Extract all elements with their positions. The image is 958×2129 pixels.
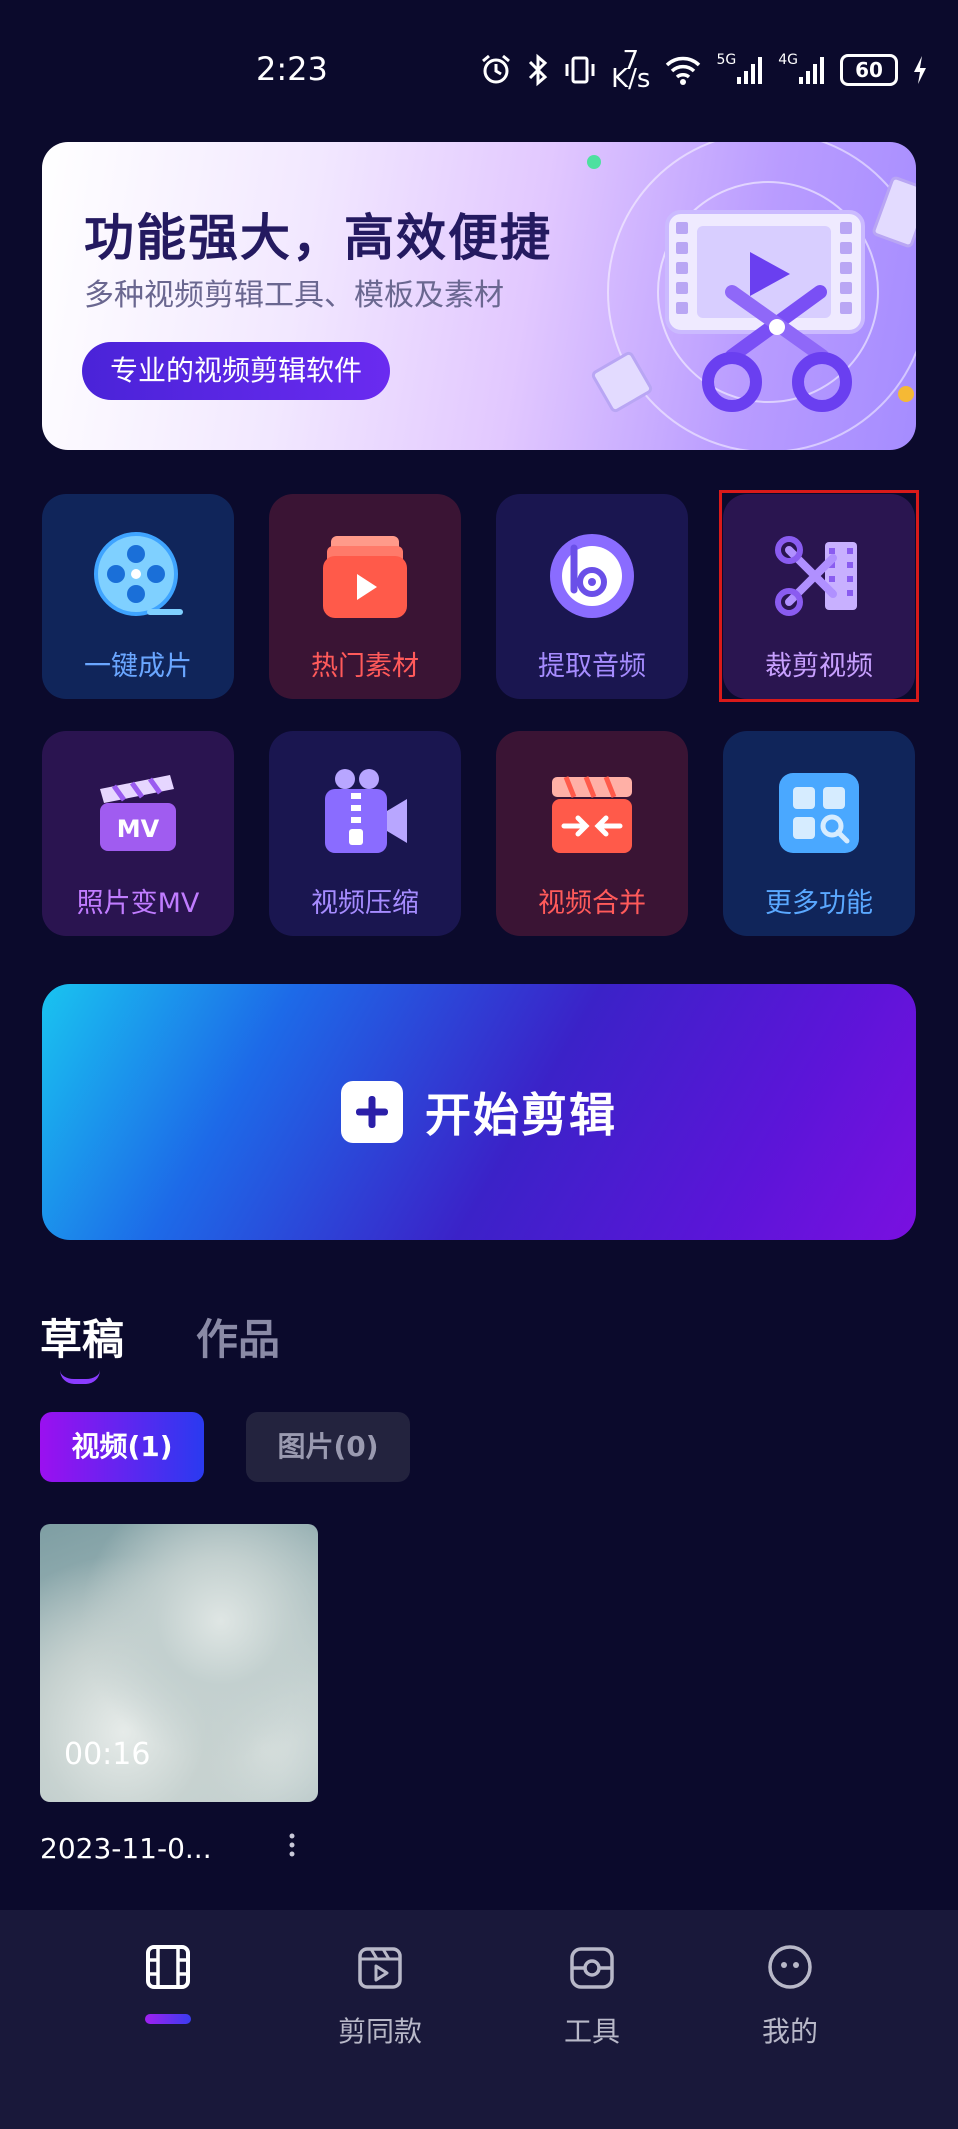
status-time: 2:23 — [256, 50, 328, 88]
bottom-nav: 剪同款 工具 我的 — [0, 1910, 958, 2129]
clapper-play-icon — [358, 1947, 402, 1989]
feature-extract-audio[interactable]: 提取音频 — [496, 494, 688, 699]
net-speed-unit: K/s — [611, 64, 651, 94]
start-edit-button[interactable]: 开始剪辑 — [42, 984, 916, 1240]
svg-text:MV: MV — [117, 815, 160, 843]
tab-drafts[interactable]: 草稿 — [40, 1306, 124, 1367]
feature-label: 照片变MV — [76, 888, 200, 919]
wifi-icon — [664, 52, 702, 88]
signal-5g-icon: 5G — [716, 52, 764, 88]
more-apps-icon — [779, 773, 859, 853]
nav-profile[interactable]: 我的 — [710, 1944, 870, 2050]
sim1-label: 5G — [716, 52, 737, 68]
draft-duration: 00:16 — [64, 1737, 151, 1772]
feature-photo-to-mv[interactable]: MV 照片变MV — [42, 731, 234, 936]
feature-label: 视频合并 — [538, 888, 646, 919]
banner-button[interactable]: 专业的视频剪辑软件 — [82, 342, 391, 400]
film-frame-icon — [146, 1945, 190, 1989]
draft-date: 2023-11-0... — [40, 1832, 212, 1865]
draft-thumbnail[interactable]: 00:16 — [40, 1524, 318, 1802]
bluetooth-icon — [527, 52, 549, 88]
nav-tools[interactable]: 工具 — [512, 1944, 672, 2050]
nav-label: 我的 — [761, 2015, 818, 2048]
feature-label: 更多功能 — [765, 888, 873, 919]
charging-icon — [912, 52, 928, 88]
feature-one-click-video[interactable]: 一键成片 — [42, 494, 234, 699]
banner-title: 功能强大，高效便捷 — [84, 209, 552, 267]
tab-active-indicator — [60, 1370, 100, 1384]
status-icons: 7 K/s 5G 4G 60 — [479, 48, 928, 94]
play-cards-icon — [323, 536, 407, 618]
feature-hot-materials[interactable]: 热门素材 — [269, 494, 461, 699]
video-scissors-illustration — [587, 142, 916, 450]
merge-clapper-icon — [552, 776, 632, 853]
alarm-icon — [479, 52, 513, 88]
banner-subtitle: 多种视频剪辑工具、模板及素材 — [84, 278, 504, 313]
promo-banner[interactable]: 功能强大，高效便捷 多种视频剪辑工具、模板及素材 专业的视频剪辑软件 — [42, 142, 916, 450]
filter-image-chip[interactable]: 图片(0) — [246, 1412, 410, 1482]
start-edit-label: 开始剪辑 — [425, 1088, 617, 1142]
more-options-icon[interactable] — [288, 1832, 296, 1865]
feature-label: 一键成片 — [84, 651, 192, 682]
nav-active-indicator — [145, 2014, 191, 2024]
filter-video-chip[interactable]: 视频(1) — [40, 1412, 204, 1482]
nav-template[interactable]: 剪同款 — [300, 1944, 460, 2050]
mv-clapper-icon: MV — [100, 775, 176, 851]
battery-indicator: 60 — [840, 54, 898, 86]
sim2-label: 4G — [778, 52, 798, 68]
tab-works[interactable]: 作品 — [196, 1306, 280, 1367]
feature-label: 视频压缩 — [311, 888, 419, 919]
feature-compress-video[interactable]: 视频压缩 — [269, 731, 461, 936]
nav-label: 工具 — [563, 2015, 620, 2048]
feature-more[interactable]: 更多功能 — [723, 731, 915, 936]
feature-label: 热门素材 — [311, 651, 419, 682]
audio-extract-icon — [550, 534, 634, 618]
nav-label: 剪同款 — [337, 2015, 422, 2048]
plus-icon — [341, 1081, 403, 1143]
film-reel-icon — [94, 532, 183, 616]
feature-label: 提取音频 — [538, 651, 646, 682]
selection-highlight — [719, 490, 919, 702]
face-icon — [768, 1945, 812, 1989]
net-speed: 7 K/s — [611, 48, 651, 94]
status-bar: 2:23 7 K/s 5G 4G 60 — [0, 0, 958, 130]
nav-home[interactable] — [88, 1944, 248, 2024]
toolbox-icon — [570, 1947, 614, 1989]
feature-merge-video[interactable]: 视频合并 — [496, 731, 688, 936]
signal-4g-icon: 4G — [778, 52, 826, 88]
vibrate-icon — [563, 52, 597, 88]
zip-camera-icon — [325, 769, 407, 853]
